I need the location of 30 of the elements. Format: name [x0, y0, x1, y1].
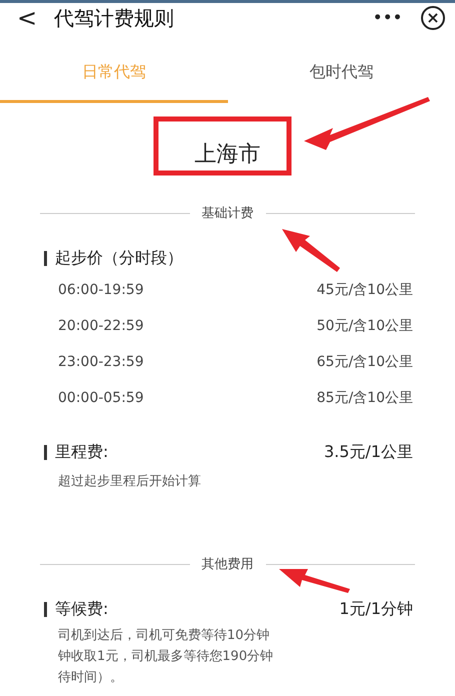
city-name: 上海市	[194, 141, 260, 169]
annotation-arrow	[282, 229, 340, 272]
page-title: 代驾计费规则	[54, 4, 175, 32]
back-button[interactable]: <	[14, 6, 40, 30]
marker-bar	[44, 250, 47, 266]
marker-bar	[44, 602, 47, 616]
price: 50元/含10公里	[316, 317, 413, 335]
time-range: 00:00-05:59	[58, 390, 144, 406]
time-range: 06:00-19:59	[58, 282, 144, 298]
section-heading: 基础计费	[202, 205, 254, 222]
price: 45元/含10公里	[316, 281, 413, 299]
section-heading: 其他费用	[202, 556, 254, 573]
time-range: 20:00-22:59	[58, 318, 144, 334]
time-range: 23:00-23:59	[58, 354, 144, 370]
tab[interactable]: 包时代驾	[228, 45, 455, 103]
price: 85元/含10公里	[316, 389, 413, 407]
fee-value: 3.5元/1公里	[324, 442, 413, 462]
fee-title: 起步价（分时段）	[55, 248, 184, 268]
close-button[interactable]: ×	[421, 6, 445, 30]
price: 65元/含10公里	[316, 353, 413, 371]
note-text: 超过起步里程后开始计算	[58, 473, 202, 491]
fee-title: 等候费:	[55, 598, 110, 620]
annotation-arrow	[279, 569, 350, 593]
fee-title: 里程费:	[55, 442, 110, 462]
marker-bar	[44, 444, 47, 460]
fee-value: 1元/1分钟	[339, 598, 413, 620]
note-text: 司机到达后，司机可免费等待10分钟	[58, 627, 271, 645]
note-text: 待时间）。	[58, 669, 124, 687]
note-text: 钟收取1元，司机最多等待您190分钟	[58, 648, 274, 666]
more-button[interactable]: •••	[373, 10, 403, 26]
